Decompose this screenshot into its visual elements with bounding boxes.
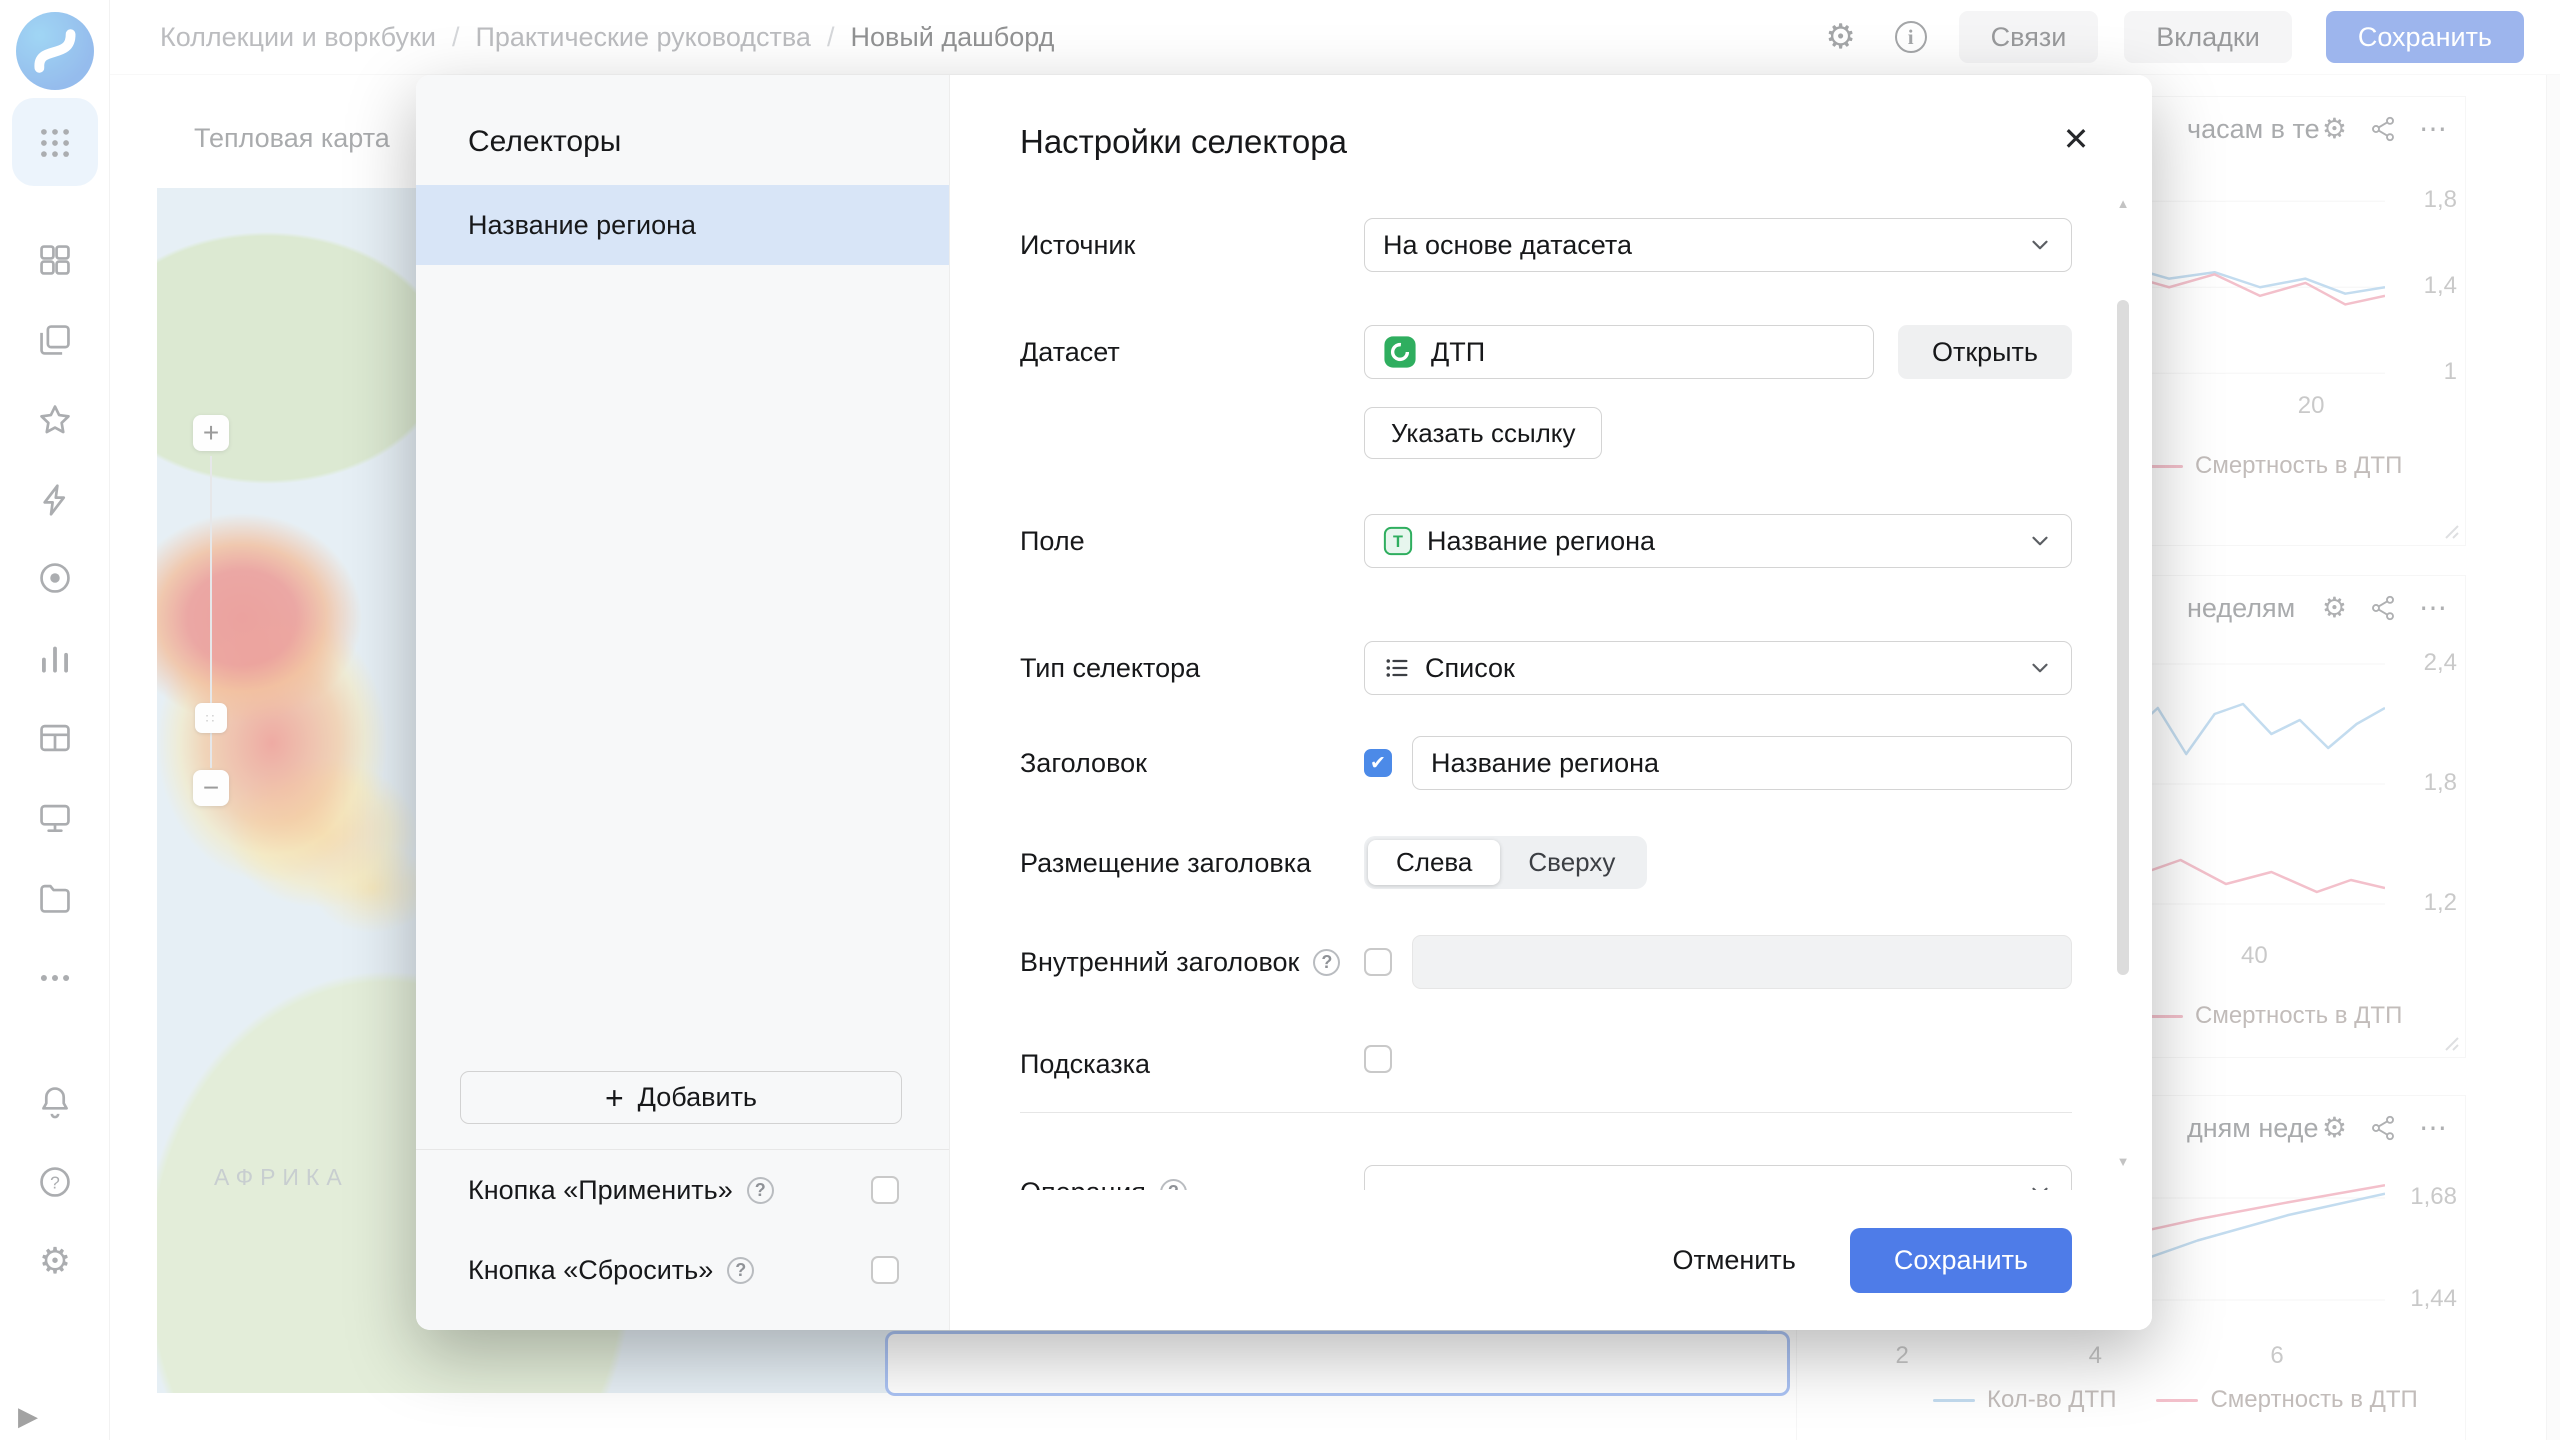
help-question-icon[interactable]: [727, 1257, 754, 1284]
selectors-panel: Селекторы Название региона + Добавить Кн…: [416, 75, 950, 1330]
field-select[interactable]: T Название региона: [1364, 514, 2072, 568]
title-input[interactable]: Название региона: [1412, 736, 2072, 790]
placement-label: Размещение заголовка: [1020, 836, 1364, 879]
title-label: Заголовок: [1020, 736, 1364, 779]
selector-type-row: Тип селектора Список: [1020, 641, 2072, 695]
dataset-row: Датасет ДТП Открыть Указать ссылку: [1020, 325, 2072, 459]
plus-icon: +: [605, 1082, 624, 1114]
selector-item-label: Название региона: [468, 210, 696, 241]
add-selector-button[interactable]: + Добавить: [460, 1071, 902, 1124]
placement-option-left[interactable]: Слева: [1368, 840, 1500, 885]
list-icon: [1383, 654, 1411, 682]
title-value: Название региона: [1431, 748, 1659, 779]
form-divider: [1020, 1112, 2072, 1113]
operation-label-text: Операция: [1020, 1177, 1146, 1190]
selector-dialog: Селекторы Название региона + Добавить Кн…: [416, 75, 2152, 1330]
field-row: Поле T Название региона: [1020, 514, 2072, 568]
apply-button-checkbox[interactable]: [871, 1176, 899, 1204]
dataset-name: ДТП: [1431, 337, 1485, 368]
settings-form: Источник На основе датасета Датасет: [1020, 218, 2072, 1190]
help-question-icon[interactable]: [747, 1177, 774, 1204]
inner-title-label-text: Внутренний заголовок: [1020, 947, 1299, 978]
scroll-down-icon[interactable]: ▼: [2116, 1154, 2130, 1169]
chevron-down-icon: [2027, 655, 2053, 681]
app-window: ? ⚙ ▶ Коллекции и воркбуки / Практически…: [0, 0, 2560, 1440]
title-row: Заголовок Название региона: [1020, 736, 2072, 790]
dataset-input[interactable]: ДТП: [1364, 325, 1874, 379]
save-selector-button[interactable]: Сохранить: [1850, 1228, 2072, 1293]
chevron-down-icon: [2027, 1179, 2053, 1190]
dataset-icon: [1383, 335, 1417, 369]
chevron-down-icon: [2027, 232, 2053, 258]
selector-type-select[interactable]: Список: [1364, 641, 2072, 695]
placement-row: Размещение заголовка Слева Сверху: [1020, 836, 2072, 889]
selectors-panel-title: Селекторы: [416, 75, 949, 159]
hint-row: Подсказка: [1020, 1037, 2072, 1081]
source-select[interactable]: На основе датасета: [1364, 218, 2072, 272]
string-field-icon: T: [1383, 526, 1413, 556]
placement-option-top[interactable]: Сверху: [1500, 840, 1643, 885]
apply-button-option-row: Кнопка «Применить»: [416, 1150, 949, 1230]
dataset-label: Датасет: [1020, 325, 1364, 368]
close-icon[interactable]: [2056, 119, 2096, 159]
dialog-footer: Отменить Сохранить: [950, 1190, 2152, 1330]
open-dataset-button[interactable]: Открыть: [1898, 325, 2072, 379]
selector-list-item[interactable]: Название региона: [416, 185, 949, 265]
apply-option-label: Кнопка «Применить»: [468, 1175, 733, 1206]
source-label: Источник: [1020, 218, 1364, 261]
title-checkbox[interactable]: [1364, 749, 1392, 777]
scrollbar-thumb[interactable]: [2117, 300, 2129, 975]
inner-title-checkbox[interactable]: [1364, 948, 1392, 976]
inner-title-input[interactable]: [1412, 935, 2072, 989]
svg-text:T: T: [1393, 533, 1403, 551]
add-selector-label: Добавить: [638, 1082, 757, 1113]
cancel-button[interactable]: Отменить: [1662, 1231, 1805, 1290]
operation-label: Операция: [1020, 1165, 1364, 1190]
settings-panel-title: Настройки селектора: [1020, 123, 1347, 161]
help-question-icon[interactable]: [1160, 1179, 1187, 1190]
selector-type-value: Список: [1425, 653, 1515, 684]
scroll-up-icon[interactable]: ▲: [2116, 196, 2130, 211]
field-label: Поле: [1020, 514, 1364, 557]
source-value: На основе датасета: [1383, 230, 1632, 261]
inner-title-row: Внутренний заголовок: [1020, 935, 2072, 989]
reset-button-option-row: Кнопка «Сбросить»: [416, 1230, 949, 1310]
operation-select[interactable]: [1364, 1165, 2072, 1190]
operation-row: Операция: [1020, 1165, 2072, 1190]
dialog-scrollbar[interactable]: ▲ ▼: [2116, 200, 2130, 1165]
chevron-down-icon: [2027, 528, 2053, 554]
placement-segmented-control: Слева Сверху: [1364, 836, 1647, 889]
field-value: Название региона: [1427, 526, 1655, 557]
reset-button-checkbox[interactable]: [871, 1256, 899, 1284]
selector-type-label: Тип селектора: [1020, 641, 1364, 684]
hint-checkbox[interactable]: [1364, 1045, 1392, 1073]
hint-label: Подсказка: [1020, 1037, 1364, 1080]
help-question-icon[interactable]: [1313, 949, 1340, 976]
inner-title-label: Внутренний заголовок: [1020, 935, 1364, 978]
specify-link-button[interactable]: Указать ссылку: [1364, 407, 1602, 459]
source-row: Источник На основе датасета: [1020, 218, 2072, 272]
selector-settings-panel: Настройки селектора Источник На основе д…: [950, 75, 2152, 1330]
reset-option-label: Кнопка «Сбросить»: [468, 1255, 713, 1286]
